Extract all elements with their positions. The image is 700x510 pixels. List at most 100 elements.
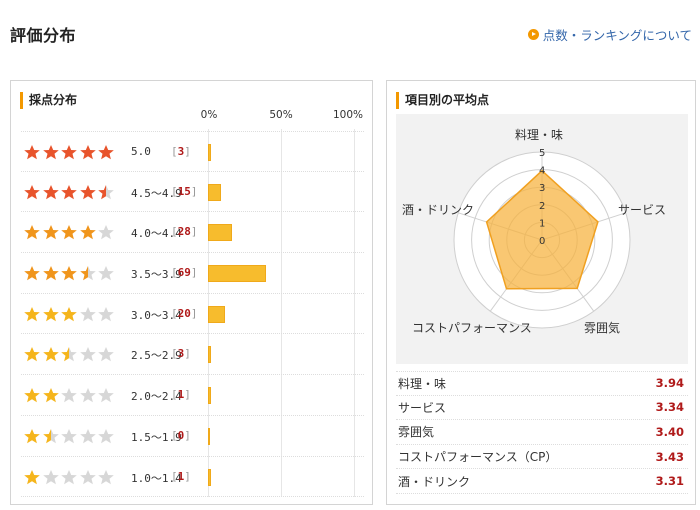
percent-axis-tick: 100% (332, 109, 364, 121)
review-count: [3] (171, 347, 191, 361)
star-half-icon (97, 184, 115, 200)
score-value: 3.40 (655, 424, 684, 439)
score-row: コストパフォーマンス（CP） 3.43 (396, 445, 688, 470)
distribution-row: 3.0～3.4 [20] (21, 294, 364, 335)
score-row: 料理・味 3.94 (396, 371, 688, 396)
star-full-icon (60, 306, 78, 322)
distribution-row: 3.5～3.9 [69] (21, 253, 364, 294)
review-count: [69] (171, 266, 198, 280)
star-empty-icon (97, 469, 115, 485)
star-full-icon (97, 144, 115, 160)
distribution-bar (208, 183, 221, 201)
arrow-circle-icon (527, 29, 539, 40)
about-scores-link[interactable]: 点数・ランキングについて (527, 25, 692, 44)
distribution-bar (208, 144, 211, 161)
score-value: 3.34 (655, 400, 684, 415)
review-count-value: 20 (177, 306, 191, 320)
distribution-row: 1.5～1.9 [0] (21, 416, 364, 457)
review-count-value: 28 (177, 225, 191, 239)
star-rating (23, 469, 115, 485)
star-empty-icon (79, 387, 97, 403)
review-count: [0] (171, 428, 191, 442)
score-value: 3.94 (655, 376, 684, 391)
star-full-icon (23, 387, 41, 403)
star-rating (23, 387, 115, 403)
star-empty-icon (79, 428, 97, 444)
score-label: 雰囲気 (398, 425, 435, 440)
star-full-icon (42, 224, 60, 240)
star-empty-icon (60, 428, 78, 444)
score-list: 料理・味 3.94 サービス 3.34 雰囲気 3.40 コストパフォーマンス（CP） 3.4… (396, 371, 688, 494)
percent-axis-tick: 50% (269, 109, 293, 121)
score-value: 3.31 (655, 474, 684, 489)
star-full-icon (42, 306, 60, 322)
distribution-row: 2.5～2.9 [3] (21, 334, 364, 376)
star-empty-icon (79, 346, 97, 362)
star-empty-icon (97, 306, 115, 322)
rating-distribution-panel: 採点分布 0% 50% 100% 5.0 [3] 4.5～4.9 [15] 4.0～4.… (10, 80, 373, 505)
score-range: 5.0 (131, 145, 151, 158)
radar-label-atmosphere: 雰囲気 (584, 321, 621, 335)
radar-label-service: サービス (618, 203, 667, 217)
star-full-icon (42, 387, 60, 403)
star-full-icon (23, 346, 41, 362)
review-count: [20] (171, 306, 198, 320)
star-rating (23, 428, 115, 444)
star-rating (23, 346, 115, 362)
radar-chart: 0 1 2 3 4 5 料理・味 サービス 雰囲気 コストパフォーマンス 酒・ドリンク (396, 114, 688, 364)
star-empty-icon (42, 469, 60, 485)
review-count: [1] (171, 469, 191, 483)
star-full-icon (60, 184, 78, 200)
review-count: [15] (171, 184, 198, 198)
star-full-icon (23, 428, 41, 444)
distribution-bar (208, 346, 211, 364)
distribution-row: 1.0～1.4 [1] (21, 457, 364, 498)
star-rating (23, 265, 115, 281)
review-count-value: 69 (177, 266, 191, 280)
distribution-row: 4.5～4.9 [15] (21, 172, 364, 213)
star-full-icon (42, 346, 60, 362)
score-label: 料理・味 (398, 376, 447, 391)
star-empty-icon (97, 265, 115, 281)
star-full-icon (23, 469, 41, 485)
star-full-icon (60, 265, 78, 281)
percent-axis: 0% 50% 100% (11, 109, 372, 123)
star-full-icon (23, 306, 41, 322)
page-title: 評価分布 (10, 26, 77, 45)
distribution-bar (208, 468, 211, 486)
radar-label-taste: 料理・味 (515, 128, 564, 142)
star-empty-icon (97, 224, 115, 240)
star-full-icon (79, 184, 97, 200)
star-half-icon (79, 265, 97, 281)
star-empty-icon (97, 387, 115, 403)
distribution-bar (208, 224, 232, 242)
radar-tick-label: 4 (539, 166, 545, 177)
score-label: コストパフォーマンス（CP） (398, 450, 558, 465)
category-averages-panel: 項目別の平均点 0 1 2 3 4 5 料理・味 サービス 雰囲気 コストパフォーマンス … (386, 80, 696, 505)
star-empty-icon (97, 428, 115, 444)
radar-tick-label: 3 (539, 183, 545, 194)
star-rating (23, 184, 115, 200)
star-full-icon (23, 144, 41, 160)
star-empty-icon (79, 469, 97, 485)
star-full-icon (60, 144, 78, 160)
star-rating (23, 144, 115, 160)
about-scores-link-label: 点数・ランキングについて (542, 28, 692, 43)
star-full-icon (23, 224, 41, 240)
averages-heading: 項目別の平均点 (396, 92, 489, 109)
distribution-row: 4.0～4.4 [28] (21, 212, 364, 254)
radar-tick-label: 0 (539, 236, 545, 247)
score-label: サービス (398, 400, 447, 415)
distribution-row: 5.0 [3] (21, 131, 364, 172)
star-half-icon (42, 428, 60, 444)
review-count: [1] (171, 388, 191, 402)
radar-label-drinks: 酒・ドリンク (402, 203, 475, 217)
star-rating (23, 224, 115, 240)
radar-tick-label: 5 (539, 148, 545, 159)
star-full-icon (23, 265, 41, 281)
distribution-row: 2.0～2.4 [1] (21, 375, 364, 416)
review-count: [3] (171, 145, 191, 158)
distribution-heading: 採点分布 (20, 92, 77, 109)
score-row: 雰囲気 3.40 (396, 420, 688, 445)
star-full-icon (23, 184, 41, 200)
